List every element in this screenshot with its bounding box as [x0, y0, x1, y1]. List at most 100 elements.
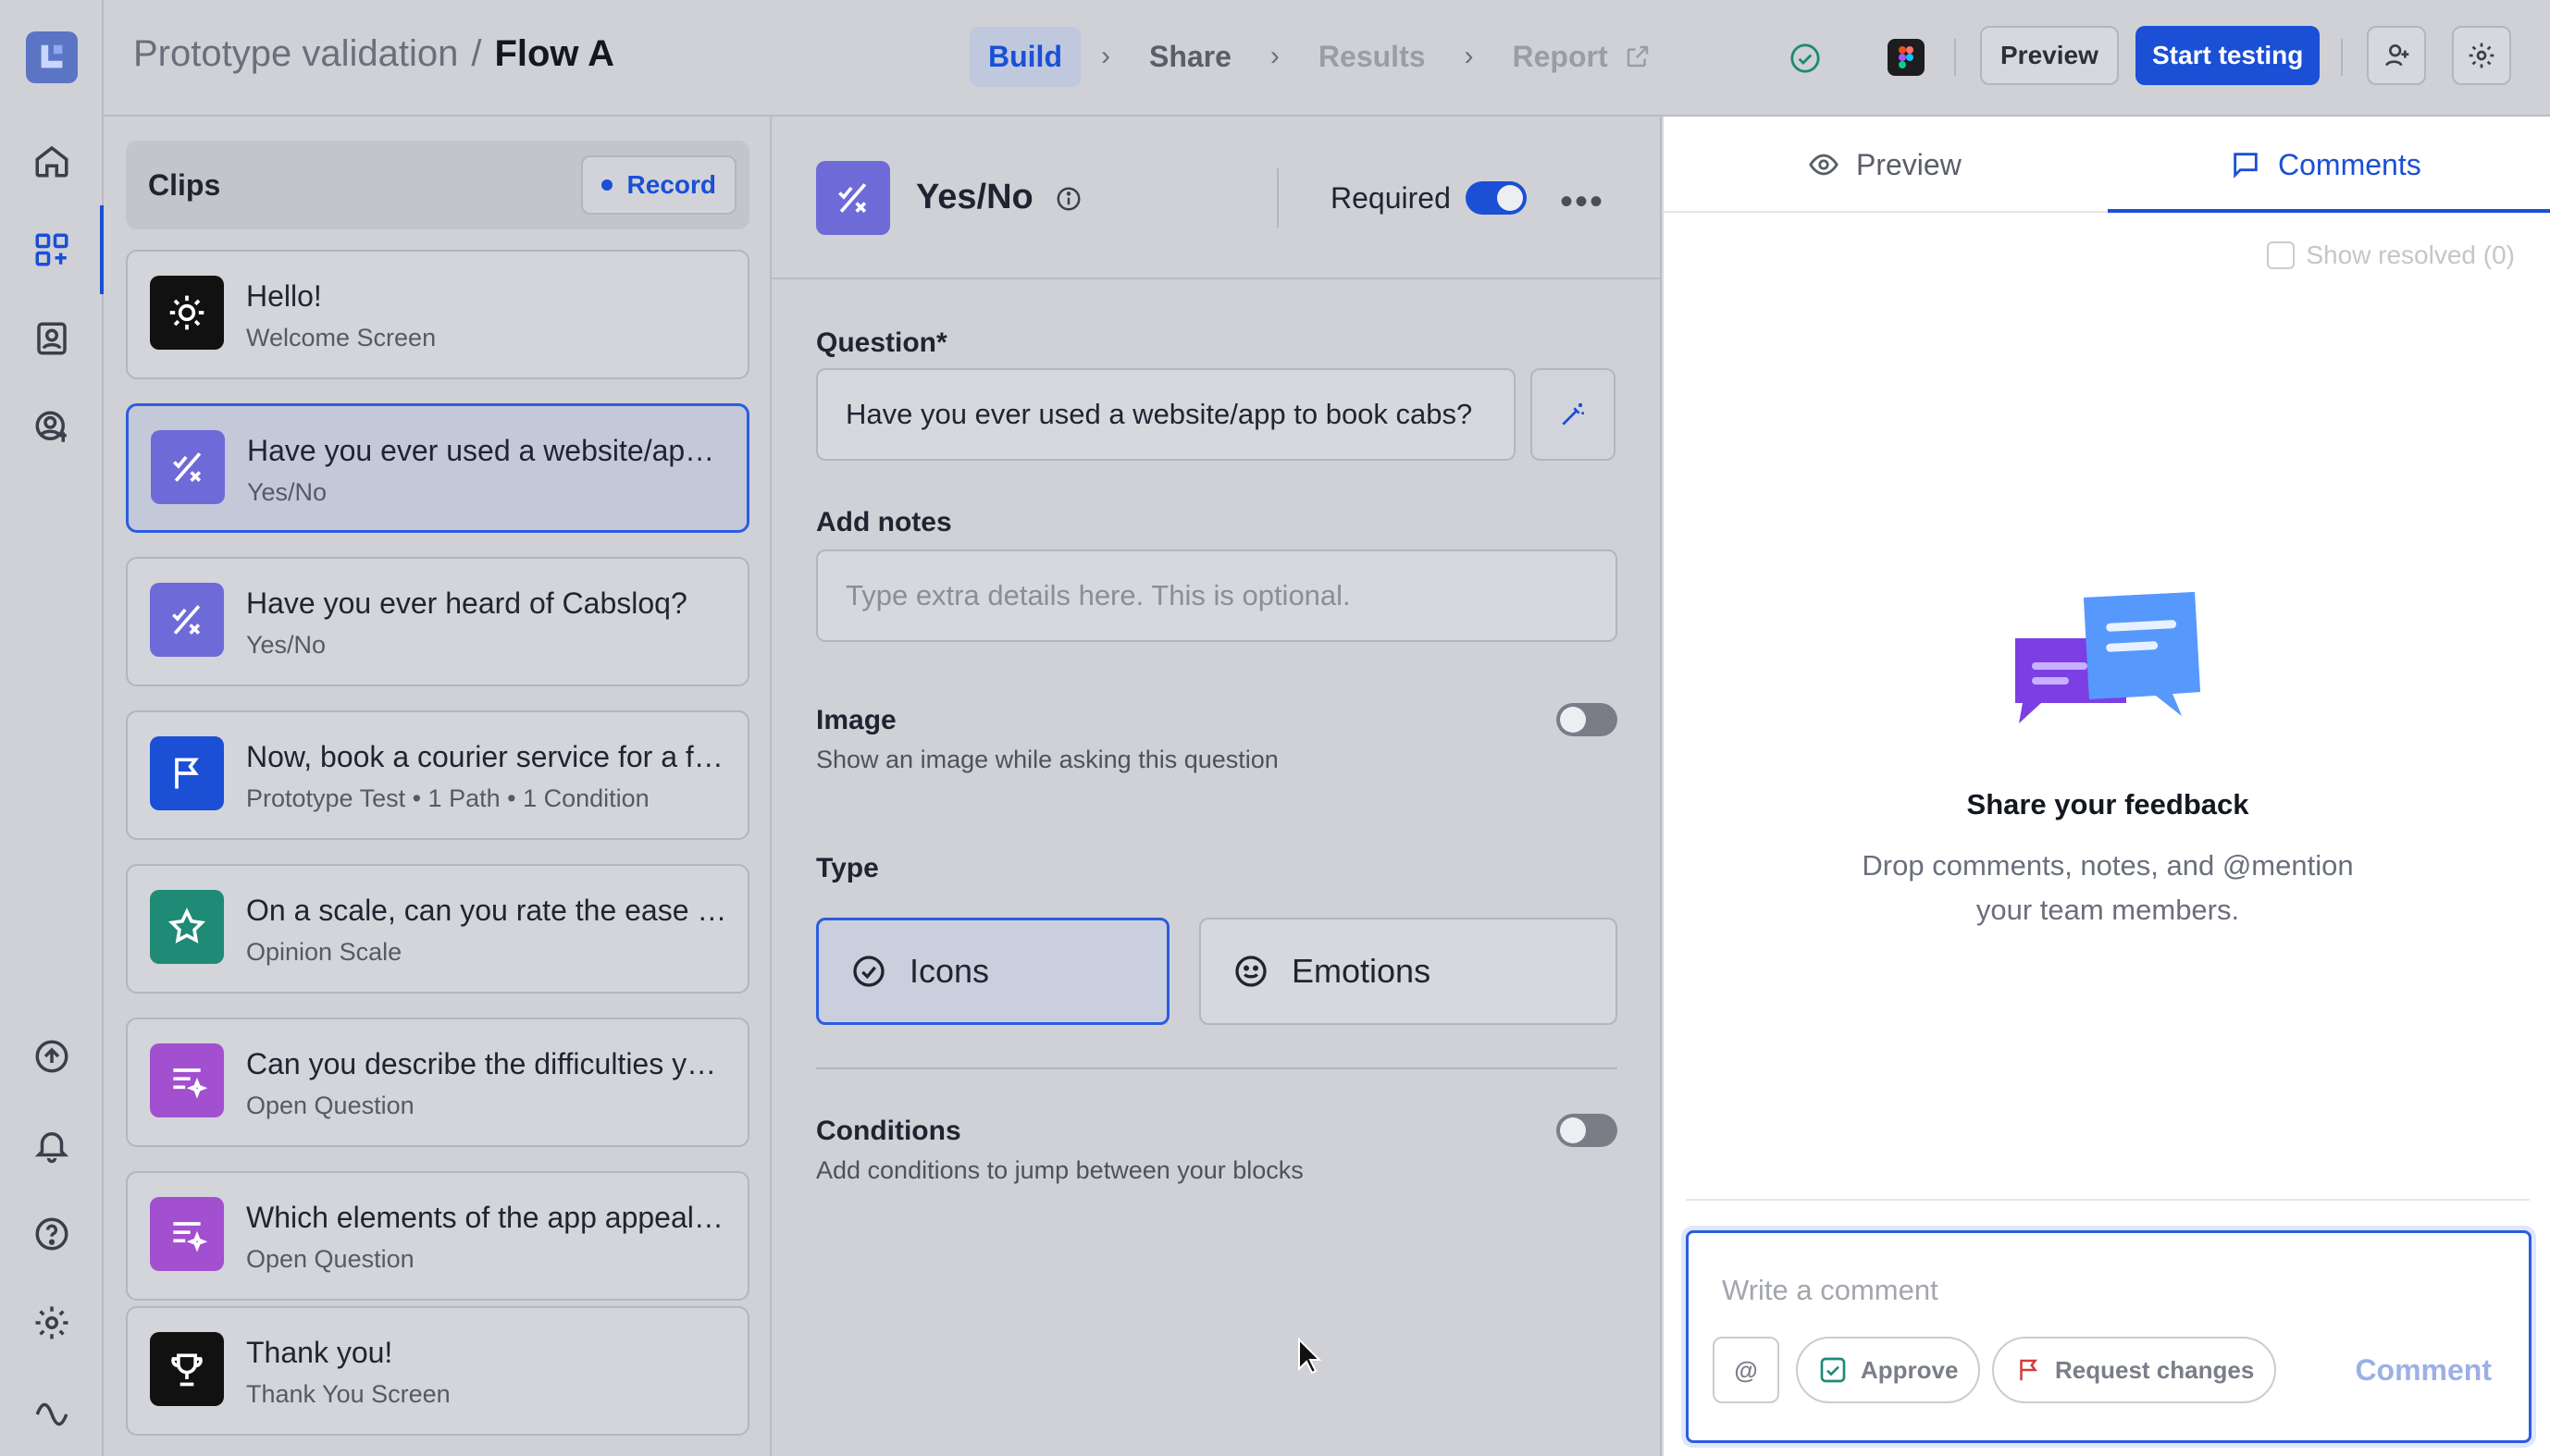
sun-icon: [150, 276, 224, 350]
divider: [1686, 1199, 2530, 1201]
notes-label: Add notes: [816, 507, 952, 537]
info-icon[interactable]: [1055, 185, 1083, 213]
block-header: Yes/No Required •••: [772, 117, 1660, 279]
brand-mark-icon: [26, 1382, 78, 1434]
app-logo[interactable]: [26, 31, 78, 83]
yes-no-icon: [816, 161, 890, 235]
block-name: Yes/No: [916, 178, 1034, 216]
clip-title: Now, book a courier service for a friend: [246, 740, 727, 773]
empty-state-title: Share your feedback: [1966, 788, 2249, 821]
mention-button[interactable]: @: [1713, 1337, 1779, 1403]
clip-item[interactable]: Which elements of the app appealed to yo…: [126, 1171, 749, 1301]
record-dot-icon: [600, 179, 613, 191]
clip-title: Have you ever used a website/app to book…: [247, 434, 728, 467]
settings-button[interactable]: [2452, 26, 2511, 85]
eye-icon: [1809, 154, 1838, 176]
billing-icon[interactable]: [26, 401, 78, 453]
clip-item[interactable]: Have you ever heard of Cabsloq? Yes/No: [126, 557, 749, 686]
request-changes-button[interactable]: Request changes: [1992, 1337, 2277, 1403]
yes-no-icon: [150, 583, 224, 657]
block-editor: Yes/No Required ••• Question* Have you e…: [772, 117, 1662, 1456]
text-sparkle-icon: [150, 1197, 224, 1271]
bell-icon[interactable]: [26, 1119, 78, 1171]
submit-comment-button[interactable]: Comment: [2355, 1353, 2492, 1388]
conditions-label: Conditions: [816, 1116, 961, 1146]
clip-title: Hello!: [246, 279, 322, 313]
comments-panel: Preview Comments Show resolved (0) Share…: [1662, 117, 2550, 1456]
flag-icon: [2020, 1359, 2037, 1381]
divider: [1954, 39, 1956, 76]
settings-icon[interactable]: [26, 1297, 78, 1349]
record-button[interactable]: Record: [580, 155, 737, 215]
image-toggle[interactable]: [1556, 703, 1617, 736]
clip-item-selected[interactable]: Have you ever used a website/app to book…: [126, 403, 749, 533]
yes-no-icon: [151, 430, 225, 504]
projects-icon[interactable]: [26, 224, 78, 276]
question-input[interactable]: Have you ever used a website/app to book…: [816, 368, 1516, 461]
image-description: Show an image while asking this question: [816, 746, 1279, 773]
user-icon: [2385, 44, 2409, 67]
star-icon: [150, 890, 224, 964]
home-icon[interactable]: [26, 135, 78, 187]
more-options-icon[interactable]: •••: [1560, 181, 1604, 223]
required-toggle[interactable]: [1466, 181, 1527, 215]
clip-item[interactable]: Thank you! Thank You Screen: [126, 1306, 749, 1436]
approve-button[interactable]: Approve: [1796, 1337, 1981, 1403]
app-rail: [0, 0, 104, 1456]
clip-type: Opinion Scale: [246, 938, 402, 966]
mouse-cursor-icon: [1298, 1338, 1321, 1375]
comment-input[interactable]: Write a comment: [1722, 1274, 1938, 1307]
comment-composer: Write a comment @ Approve Request change…: [1686, 1230, 2531, 1443]
clips-panel: Clips Record Hello! Welcome Screen Have …: [104, 117, 772, 1456]
clip-title: Thank you!: [246, 1336, 393, 1369]
checkbox[interactable]: [2267, 241, 2296, 269]
contacts-icon[interactable]: [26, 313, 78, 364]
figma-icon[interactable]: [1888, 39, 1925, 76]
tab-preview-label: Preview: [1856, 147, 1962, 181]
type-emotions-option[interactable]: Emotions: [1199, 918, 1617, 1025]
comment-icon: [2234, 153, 2258, 179]
clip-type: Thank You Screen: [246, 1380, 451, 1408]
clip-item[interactable]: On a scale, can you rate the ease of use…: [126, 864, 749, 993]
preview-button[interactable]: Preview: [1980, 26, 2119, 85]
help-icon[interactable]: [26, 1208, 78, 1260]
at-icon: @: [1734, 1355, 1758, 1384]
notes-input[interactable]: Type extra details here. This is optiona…: [816, 549, 1617, 642]
type-label: Type: [816, 853, 879, 883]
type-emotions-label: Emotions: [1292, 952, 1431, 990]
required-label: Required: [1331, 181, 1451, 215]
type-icons-label: Icons: [910, 952, 990, 990]
tab-comments-label: Comments: [2278, 147, 2421, 181]
request-changes-label: Request changes: [2055, 1355, 2255, 1384]
gear-icon: [2469, 43, 2494, 68]
divider: [1277, 168, 1279, 228]
checkbox-checked-icon: [1820, 1357, 1846, 1383]
clip-item[interactable]: Can you describe the difficulties you fa…: [126, 1018, 749, 1147]
conditions-toggle[interactable]: [1556, 1114, 1617, 1147]
clip-title: Which elements of the app appealed to yo…: [246, 1201, 727, 1234]
clips-header: Clips Record: [126, 141, 749, 229]
divider: [816, 1067, 1617, 1069]
show-resolved-checkbox[interactable]: Show resolved (0): [2267, 241, 2515, 270]
tab-preview[interactable]: Preview: [1808, 117, 1962, 213]
flag-icon: [150, 736, 224, 810]
text-sparkle-icon: [150, 1043, 224, 1117]
question-label: Question*: [816, 327, 947, 358]
clip-type: Welcome Screen: [246, 324, 437, 352]
collaborator-button[interactable]: [2367, 26, 2426, 85]
empty-state-description: Drop comments, notes, and @mention your …: [1862, 849, 2354, 926]
clip-type: Open Question: [246, 1245, 415, 1273]
tab-comments[interactable]: Comments: [2230, 117, 2421, 213]
image-label: Image: [816, 705, 897, 735]
ai-rewrite-button[interactable]: [1530, 368, 1615, 461]
clip-item[interactable]: Now, book a courier service for a friend…: [126, 710, 749, 840]
clip-item[interactable]: Hello! Welcome Screen: [126, 250, 749, 379]
upgrade-icon[interactable]: [26, 1030, 78, 1082]
clip-type: Yes/No: [247, 478, 328, 506]
clip-type: Open Question: [246, 1092, 415, 1119]
check-circle-icon: [853, 956, 885, 987]
type-icons-option[interactable]: Icons: [816, 918, 1170, 1025]
approve-label: Approve: [1861, 1355, 1959, 1384]
start-testing-button[interactable]: Start testing: [2135, 26, 2321, 85]
magic-wand-icon: [1562, 403, 1584, 426]
